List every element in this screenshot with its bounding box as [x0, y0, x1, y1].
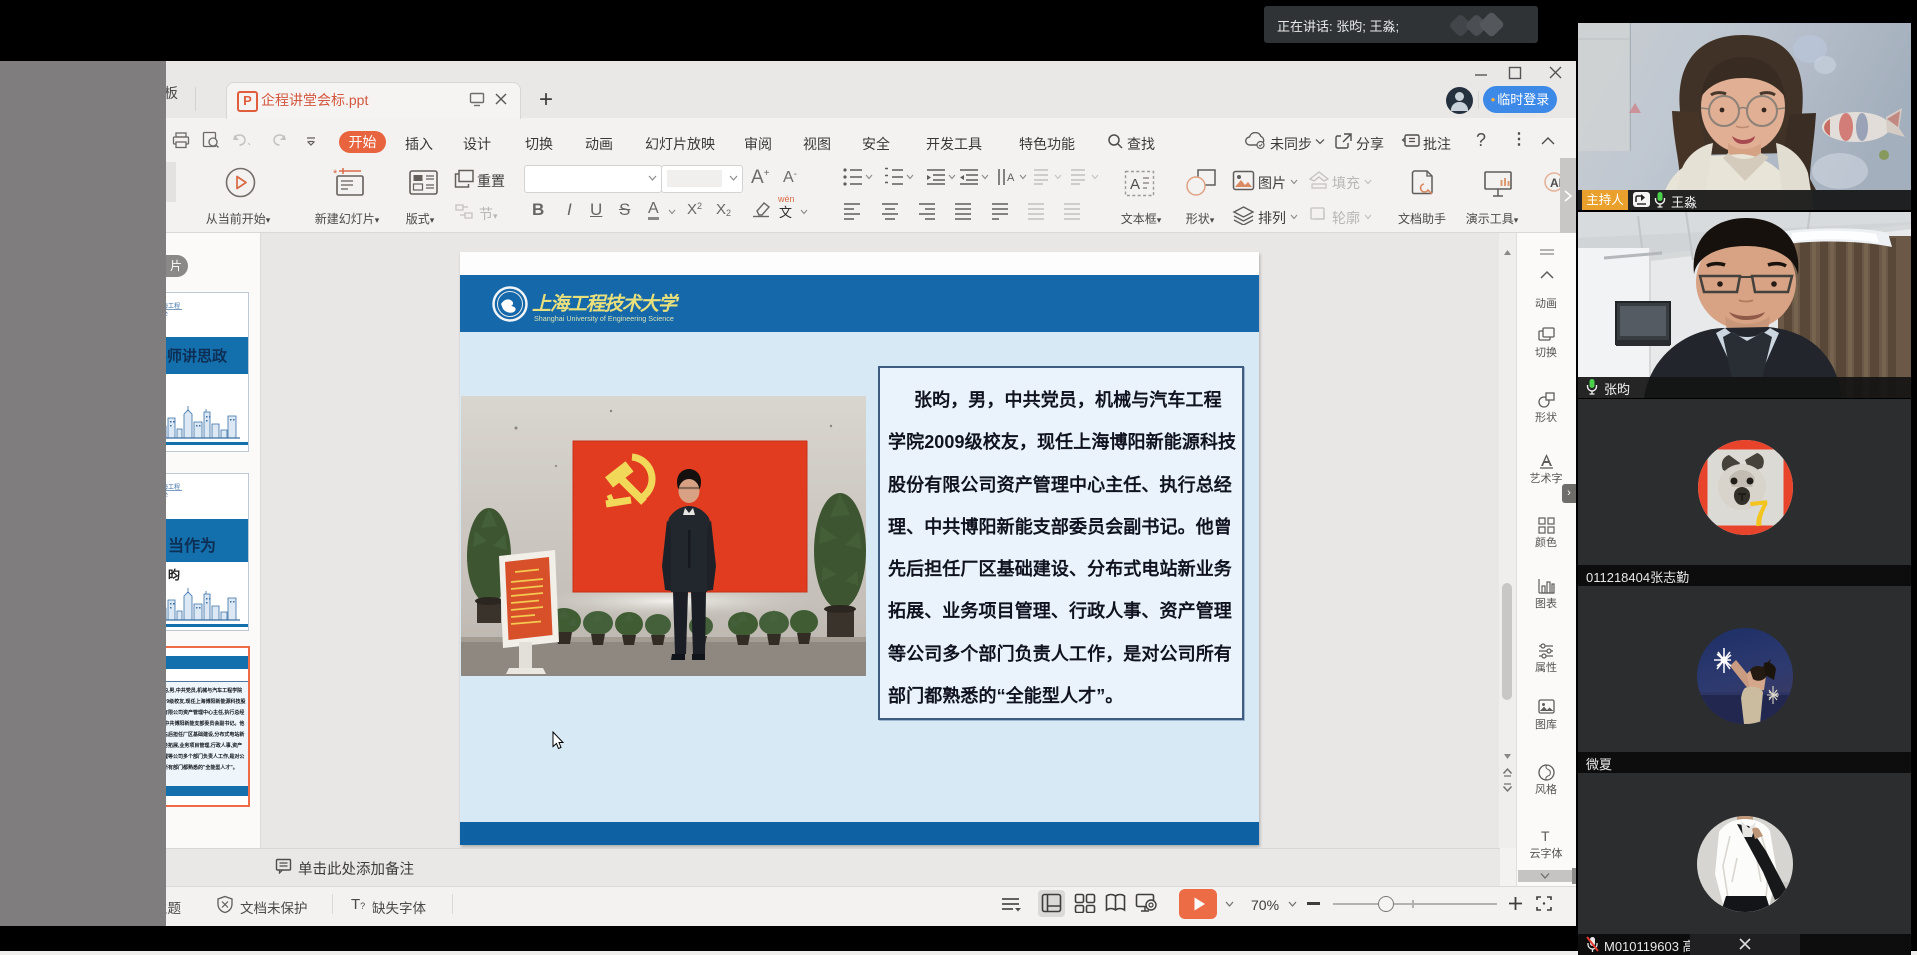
svg-text:上海工程技术大学: 上海工程技术大学 — [532, 293, 680, 315]
svg-text:A: A — [1007, 172, 1015, 184]
svg-text:Shanghai University of Enginee: Shanghai University of Engineering Scien… — [534, 314, 674, 323]
svg-text:T: T — [1541, 828, 1550, 844]
svg-text:7: 7 — [1748, 492, 1772, 535]
svg-text:A: A — [1130, 176, 1140, 193]
